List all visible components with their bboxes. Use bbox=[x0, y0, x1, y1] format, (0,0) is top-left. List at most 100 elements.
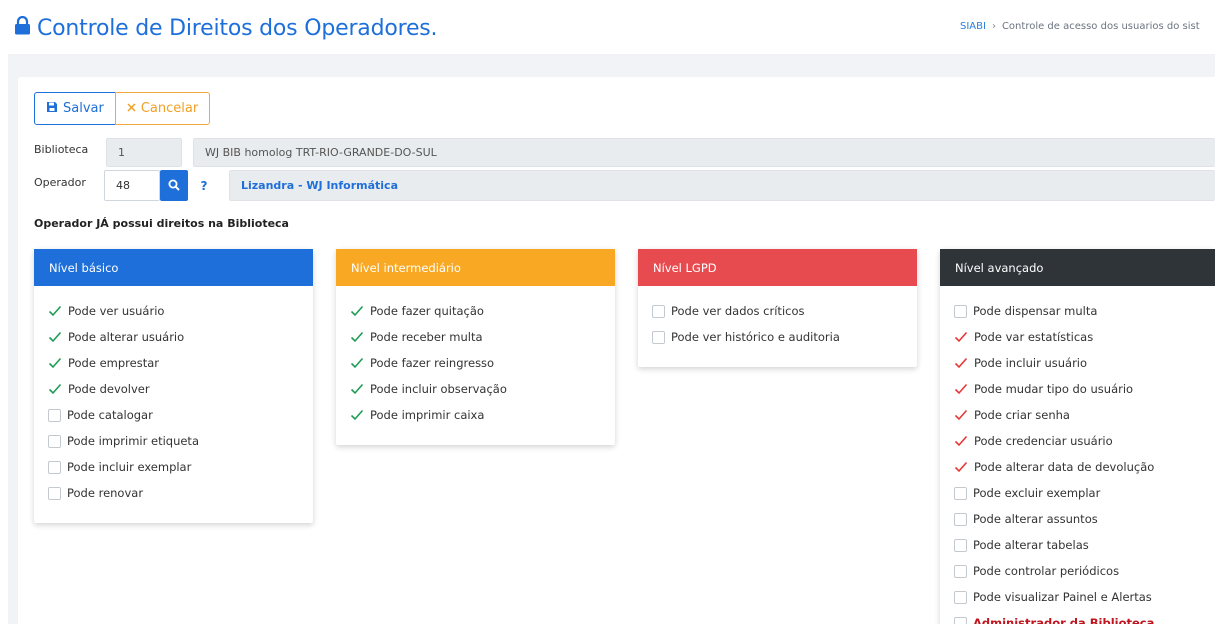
permission-item[interactable]: Pode incluir exemplar bbox=[48, 454, 299, 480]
operator-code-input[interactable]: 48 bbox=[104, 170, 160, 201]
permission-item[interactable]: Pode visualizar Painel e Alertas bbox=[954, 584, 1201, 610]
permission-item[interactable]: Pode excluir exemplar bbox=[954, 480, 1201, 506]
permission-item[interactable]: Pode imprimir caixa bbox=[350, 402, 601, 428]
panel-basic-level-list: Pode ver usuário Pode alterar usuário Pode… bbox=[34, 286, 313, 506]
panel-basic-level: Nível básico Pode ver usuário Pode altera… bbox=[34, 249, 313, 523]
permission-item[interactable]: Pode renovar bbox=[48, 480, 299, 506]
checkbox-unchecked-icon[interactable] bbox=[652, 304, 665, 318]
permission-label: Pode ver usuário bbox=[68, 304, 165, 318]
checkbox-unchecked-icon[interactable] bbox=[954, 564, 967, 578]
lock-icon bbox=[14, 15, 31, 41]
panel-advanced-level-list: Pode dispensar multa Pode var estatística… bbox=[940, 286, 1215, 624]
checkbox-unchecked-icon[interactable] bbox=[652, 330, 665, 344]
checkmark-red-icon[interactable] bbox=[954, 383, 968, 395]
checkbox-unchecked-icon[interactable] bbox=[48, 460, 61, 474]
page-title-text: Controle de Direitos dos Operadores. bbox=[37, 16, 438, 41]
permission-label: Pode mudar tipo do usuário bbox=[974, 382, 1134, 396]
library-label: Biblioteca bbox=[34, 143, 89, 156]
permission-label: Pode visualizar Painel e Alertas bbox=[973, 590, 1152, 604]
permission-label: Pode incluir usuário bbox=[974, 356, 1088, 370]
permission-item[interactable]: Pode fazer quitação bbox=[350, 298, 601, 324]
checkbox-unchecked-icon[interactable] bbox=[954, 590, 967, 604]
permission-label: Administrador da Biblioteca bbox=[973, 616, 1155, 624]
checkbox-unchecked-icon[interactable] bbox=[48, 486, 61, 500]
rights-notice: Operador JÁ possui direitos na Bibliotec… bbox=[34, 217, 289, 230]
panel-lgpd-level-list: Pode ver dados críticos Pode ver históric… bbox=[638, 286, 917, 350]
checkmark-green-icon[interactable] bbox=[48, 357, 62, 369]
permission-label: Pode imprimir etiqueta bbox=[67, 434, 199, 448]
operator-name: Lizandra - WJ Informática bbox=[241, 179, 398, 192]
permission-item[interactable]: Pode imprimir etiqueta bbox=[48, 428, 299, 454]
panel-lgpd-level: Nível LGPD Pode ver dados críticos Pode v… bbox=[638, 249, 917, 367]
checkbox-unchecked-icon[interactable] bbox=[954, 512, 967, 526]
permission-item[interactable]: Pode var estatísticas bbox=[954, 324, 1201, 350]
permission-item[interactable]: Pode mudar tipo do usuário bbox=[954, 376, 1201, 402]
permission-item[interactable]: Pode alterar assuntos bbox=[954, 506, 1201, 532]
save-button[interactable]: Salvar bbox=[34, 92, 116, 125]
permission-item[interactable]: Pode alterar usuário bbox=[48, 324, 299, 350]
checkmark-red-icon[interactable] bbox=[954, 357, 968, 369]
permission-item[interactable]: Pode incluir usuário bbox=[954, 350, 1201, 376]
breadcrumb-root-link[interactable]: SIABI bbox=[960, 21, 986, 32]
permission-item[interactable]: Pode criar senha bbox=[954, 402, 1201, 428]
checkmark-green-icon[interactable] bbox=[350, 409, 364, 421]
panel-advanced-level: Nível avançado Pode dispensar multa Pode … bbox=[940, 249, 1215, 624]
permission-item[interactable]: Pode incluir observação bbox=[350, 376, 601, 402]
checkmark-green-icon[interactable] bbox=[350, 331, 364, 343]
checkmark-red-icon[interactable] bbox=[954, 409, 968, 421]
permission-item[interactable]: Pode dispensar multa bbox=[954, 298, 1201, 324]
permission-item[interactable]: Pode ver usuário bbox=[48, 298, 299, 324]
operator-name-field: Lizandra - WJ Informática bbox=[229, 170, 1215, 201]
permission-label: Pode dispensar multa bbox=[973, 304, 1098, 318]
permission-label: Pode incluir observação bbox=[370, 382, 507, 396]
checkmark-red-icon[interactable] bbox=[954, 331, 968, 343]
permission-item[interactable]: Pode receber multa bbox=[350, 324, 601, 350]
cancel-button-label: Cancelar bbox=[140, 101, 199, 116]
permission-label: Pode excluir exemplar bbox=[973, 486, 1101, 500]
permission-item[interactable]: Pode controlar periódicos bbox=[954, 558, 1201, 584]
close-icon bbox=[127, 101, 136, 116]
save-button-label: Salvar bbox=[63, 101, 104, 116]
help-button[interactable]: ? bbox=[192, 170, 216, 201]
checkmark-red-icon[interactable] bbox=[954, 461, 968, 473]
checkmark-green-icon[interactable] bbox=[48, 305, 62, 317]
checkbox-unchecked-icon[interactable] bbox=[954, 616, 967, 624]
permission-item[interactable]: Pode catalogar bbox=[48, 402, 299, 428]
permission-item[interactable]: Pode ver histórico e auditoria bbox=[652, 324, 903, 350]
permission-item[interactable]: Pode emprestar bbox=[48, 350, 299, 376]
checkbox-unchecked-icon[interactable] bbox=[954, 538, 967, 552]
checkmark-green-icon[interactable] bbox=[350, 305, 364, 317]
checkbox-unchecked-icon[interactable] bbox=[48, 408, 61, 422]
checkmark-green-icon[interactable] bbox=[350, 383, 364, 395]
page-header: Controle de Direitos dos Operadores. SIA… bbox=[0, 0, 1215, 54]
permission-label: Pode emprestar bbox=[68, 356, 159, 370]
floppy-disk-icon bbox=[46, 101, 58, 117]
checkbox-unchecked-icon[interactable] bbox=[48, 434, 61, 448]
panel-intermediate-level-header: Nível intermediário bbox=[336, 249, 615, 286]
permission-item[interactable]: Pode credenciar usuário bbox=[954, 428, 1201, 454]
permission-label: Pode ver dados críticos bbox=[671, 304, 805, 318]
permission-label: Pode criar senha bbox=[974, 408, 1070, 422]
permission-item[interactable]: Pode devolver bbox=[48, 376, 299, 402]
checkmark-green-icon[interactable] bbox=[48, 383, 62, 395]
permission-item[interactable]: Pode fazer reingresso bbox=[350, 350, 601, 376]
search-button[interactable] bbox=[160, 170, 188, 201]
page-title: Controle de Direitos dos Operadores. bbox=[14, 15, 438, 41]
permission-item[interactable]: Administrador da Biblioteca bbox=[954, 610, 1201, 624]
checkmark-red-icon[interactable] bbox=[954, 435, 968, 447]
permission-item[interactable]: Pode alterar tabelas bbox=[954, 532, 1201, 558]
permission-item[interactable]: Pode ver dados críticos bbox=[652, 298, 903, 324]
checkmark-green-icon[interactable] bbox=[350, 357, 364, 369]
permission-label: Pode catalogar bbox=[67, 408, 153, 422]
checkbox-unchecked-icon[interactable] bbox=[954, 486, 967, 500]
permission-label: Pode credenciar usuário bbox=[974, 434, 1113, 448]
permission-label: Pode incluir exemplar bbox=[67, 460, 192, 474]
permission-label: Pode renovar bbox=[67, 486, 144, 500]
permission-label: Pode receber multa bbox=[370, 330, 483, 344]
permission-label: Pode alterar tabelas bbox=[973, 538, 1089, 552]
cancel-button[interactable]: Cancelar bbox=[114, 92, 211, 125]
library-name-field: WJ BIB homolog TRT-RIO-GRANDE-DO-SUL bbox=[193, 138, 1215, 167]
checkbox-unchecked-icon[interactable] bbox=[954, 304, 967, 318]
checkmark-green-icon[interactable] bbox=[48, 331, 62, 343]
permission-item[interactable]: Pode alterar data de devolução bbox=[954, 454, 1201, 480]
